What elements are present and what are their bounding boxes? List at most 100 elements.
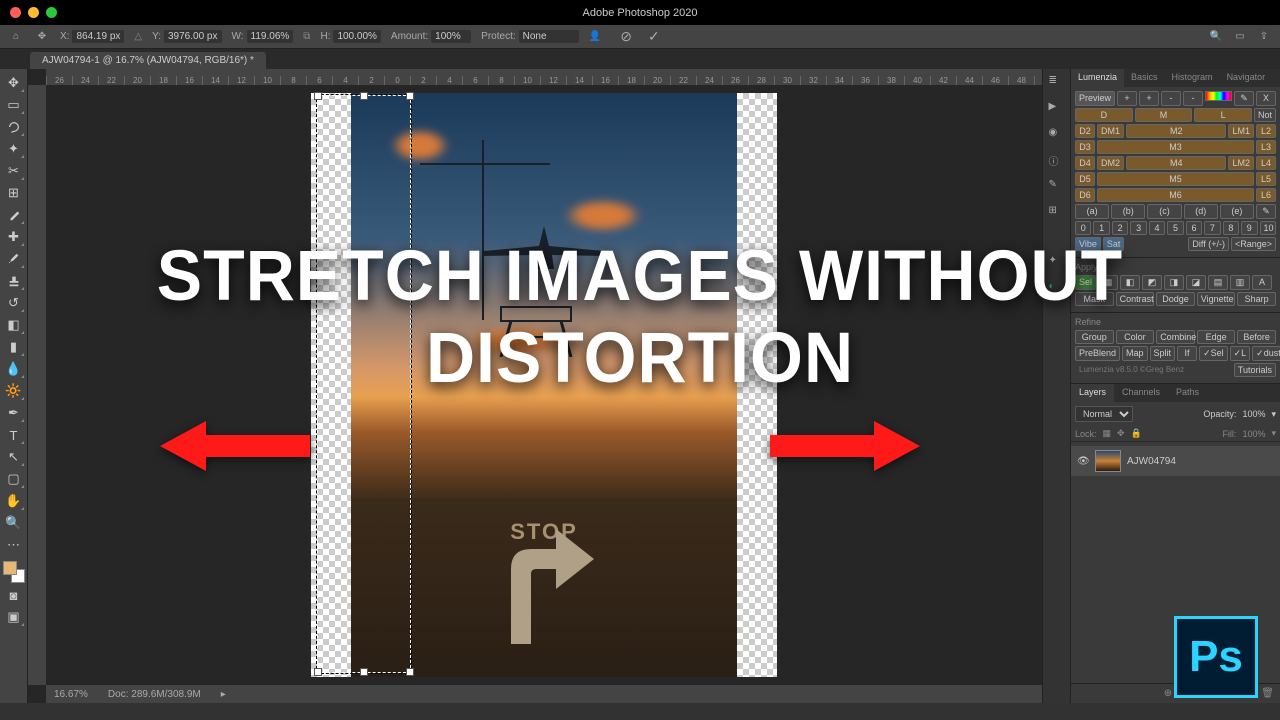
zone-num-7[interactable]: 7 [1204,221,1220,235]
zone-m2[interactable]: M2 [1126,124,1226,138]
layer-thumbnail[interactable] [1095,450,1121,472]
layers-foot-6[interactable]: 🗑 [1261,688,1274,699]
doc-size-readout[interactable]: Doc: 289.6M/308.9M [108,689,201,700]
zone-l2[interactable]: L2 [1256,124,1276,138]
color-swatches[interactable] [3,561,25,583]
commit-transform-button[interactable]: ✓ [648,28,660,45]
rail-icon-2[interactable]: ▶ [1049,101,1065,117]
refine2-Sel[interactable]: ✓Sel [1199,346,1228,361]
zone-d4[interactable]: D4 [1075,156,1095,170]
brush-tool[interactable] [3,249,25,269]
apply-1[interactable]: ▦ [1098,275,1118,290]
apply-2[interactable]: ◧ [1120,275,1140,290]
handle-bottom-left[interactable] [314,668,322,676]
search-icon[interactable]: 🔍 [1208,29,1224,45]
healing-tool[interactable]: ✚ [3,227,25,247]
zone-num-4[interactable]: 4 [1149,221,1165,235]
mask-sharp[interactable]: Sharp [1237,292,1276,306]
zone-num-2[interactable]: 2 [1112,221,1128,235]
lasso-tool[interactable] [3,117,25,137]
zone-d[interactable]: D [1075,108,1133,122]
opacity-value[interactable]: 100% [1242,409,1265,419]
zone-m3[interactable]: M3 [1097,140,1254,154]
rail-icon-4[interactable]: ⓘ [1049,153,1065,169]
gradient-tool[interactable]: ▮ [3,337,25,357]
handle-bottom-mid[interactable] [360,668,368,676]
zone-num-0[interactable]: 0 [1075,221,1091,235]
tab-lumenzia[interactable]: Lumenzia [1071,69,1124,87]
status-arrow-icon[interactable]: ▸ [221,689,226,700]
zone-dm2[interactable]: DM2 [1097,156,1124,170]
zone-l[interactable]: L [1194,108,1252,122]
transform-selection[interactable] [317,95,411,673]
rail-icon-7[interactable]: ✦ [1049,255,1065,271]
x-button[interactable]: X [1256,91,1276,106]
zone-l4[interactable]: L4 [1256,156,1276,170]
refine2-Map[interactable]: Map [1122,346,1148,361]
handle-bottom-right[interactable] [406,668,414,676]
zone-d3[interactable]: D3 [1075,140,1095,154]
mask-mask[interactable]: Mask [1075,292,1114,306]
zone-num-3[interactable]: 3 [1130,221,1146,235]
spectrum-bar[interactable] [1205,91,1232,101]
vibe-button[interactable]: Vibe [1075,237,1101,251]
rail-icon-3[interactable]: ◉ [1049,127,1065,143]
tab-layers[interactable]: Layers [1071,384,1114,402]
zone-num-6[interactable]: 6 [1186,221,1202,235]
refine2-L[interactable]: ✓L [1230,346,1251,361]
zone-picker-icon[interactable]: ✎ [1256,204,1276,219]
zone-d-btn[interactable]: (d) [1184,204,1218,219]
layers-foot-0[interactable]: ⊕ [1164,688,1172,699]
lock-all-icon[interactable]: 🔒 [1131,428,1142,439]
eyedrop-button[interactable]: ✎ [1234,91,1254,106]
blend-mode-select[interactable]: Normal [1075,406,1133,422]
zone-lm2[interactable]: LM2 [1228,156,1254,170]
cancel-transform-button[interactable]: ⊘ [620,28,632,45]
handle-top-right[interactable] [406,92,414,100]
zone-num-8[interactable]: 8 [1223,221,1239,235]
mask-dodge[interactable]: Dodge [1156,292,1195,306]
protect-skin-icon[interactable]: 👤 [589,31,601,42]
zone-dm1[interactable]: DM1 [1097,124,1124,138]
layer-name[interactable]: AJW04794 [1127,456,1176,467]
link-icon[interactable]: ⧉ [303,31,310,42]
sat-button[interactable]: Sat [1103,237,1125,251]
zone-num-9[interactable]: 9 [1241,221,1257,235]
type-tool[interactable]: T [3,425,25,445]
apply-5[interactable]: ◪ [1186,275,1206,290]
refine-edge[interactable]: Edge [1197,330,1236,344]
close-window-button[interactable] [10,7,21,18]
tab-histogram[interactable]: Histogram [1165,69,1220,87]
document-tab[interactable]: AJW04794-1 @ 16.7% (AJW04794, RGB/16*) * [30,52,266,69]
apply-8[interactable]: A [1252,275,1272,290]
refine-before[interactable]: Before [1237,330,1276,344]
mask-vignette[interactable]: Vignette [1197,292,1236,306]
ruler-vertical[interactable] [28,85,46,685]
zoom-readout[interactable]: 16.67% [54,689,88,700]
hand-tool[interactable]: ✋ [3,491,25,511]
zone-m5[interactable]: M5 [1097,172,1254,186]
dodge-tool[interactable]: 🔆 [3,381,25,401]
zone-m4[interactable]: M4 [1126,156,1226,170]
y-field[interactable]: Y:3976.00 px [152,30,221,43]
blur-tool[interactable]: 💧 [3,359,25,379]
zone-l3[interactable]: L3 [1256,140,1276,154]
apply-6[interactable]: ▤ [1208,275,1228,290]
wand-tool[interactable]: ✦ [3,139,25,159]
stamp-tool[interactable] [3,271,25,291]
minus2-button[interactable]: - [1183,91,1203,106]
more-tools[interactable]: ⋯ [3,535,25,555]
zoom-tool[interactable]: 🔍 [3,513,25,533]
artboard[interactable]: STOP [311,93,777,677]
refine-color[interactable]: Color [1116,330,1155,344]
rail-icon-8[interactable]: ◐ [1049,281,1065,297]
ruler-horizontal[interactable]: 2624222018161412108642024681012141618202… [46,69,1042,85]
refine2-dust[interactable]: ✓dust [1252,346,1280,361]
zone-num-5[interactable]: 5 [1167,221,1183,235]
frame-tool[interactable]: ⊞ [3,183,25,203]
layer-row[interactable]: 👁 AJW04794 [1071,446,1280,476]
refine2-PreBlend[interactable]: PreBlend [1075,346,1120,361]
zone-d5[interactable]: D5 [1075,172,1095,186]
mask-contrast[interactable]: Contrast [1116,292,1155,306]
plus1-button[interactable]: + [1117,91,1137,106]
